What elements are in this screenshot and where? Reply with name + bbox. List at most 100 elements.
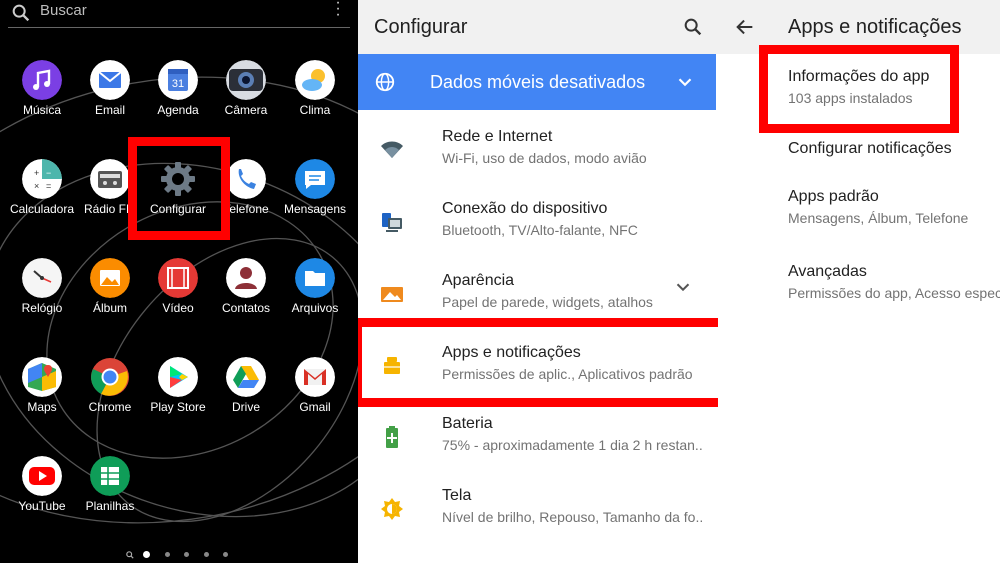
settings-item-battery[interactable]: Bateria 75% - aproximadamente 1 dia 2 h … [358, 405, 718, 469]
app-label: Mensagens [283, 202, 347, 216]
page-title: Apps e notificações [788, 16, 962, 38]
wifi-icon [381, 141, 403, 158]
app-label: Arquivos [291, 301, 339, 315]
settings-item-subtitle: Wi-Fi, uso de dados, modo avião [442, 150, 647, 166]
search-icon[interactable] [682, 16, 704, 38]
settings-item-subtitle: 75% - aproximadamente 1 dia 2 h restan..… [442, 437, 704, 453]
battery-icon [386, 426, 398, 448]
app-gmail[interactable]: Gmail [279, 357, 351, 443]
app-maps[interactable]: Maps [6, 357, 78, 443]
home-search-bar[interactable]: Buscar · · · [8, 0, 350, 28]
page-title: Configurar [374, 16, 468, 38]
chevron-down-icon[interactable] [674, 71, 696, 93]
back-arrow-icon[interactable] [734, 16, 756, 38]
app-chrome[interactable]: Chrome [74, 357, 146, 443]
messages-icon [295, 159, 335, 199]
settings-item-subtitle: Papel de parede, widgets, atalhos [442, 294, 653, 310]
gmail-icon [295, 357, 335, 397]
app-label: Contatos [221, 301, 271, 315]
app-email[interactable]: Email [74, 60, 146, 146]
radio-icon [90, 159, 130, 199]
settings-item-appearance[interactable]: Aparência Papel de parede, widgets, atal… [358, 262, 718, 326]
item-subtitle: Permissões do app, Acesso especial [788, 285, 1000, 301]
calculator-icon: + − × = [22, 159, 62, 199]
page-indicator [126, 546, 236, 559]
app-album[interactable]: Álbum [74, 258, 146, 344]
item-title: Avançadas [788, 263, 867, 280]
page-dot[interactable] [223, 552, 229, 558]
devices-icon [382, 213, 402, 232]
settings-app-bar: Configurar [358, 0, 718, 54]
svg-text:=: = [46, 181, 51, 191]
app-play-store[interactable]: Play Store [142, 357, 214, 443]
settings-item-device-connection[interactable]: Conexão do dispositivo Bluetooth, TV/Alt… [358, 190, 718, 254]
sheets-icon [90, 456, 130, 496]
svg-text:−: − [46, 168, 51, 178]
settings-item-title: Conexão do dispositivo [442, 200, 608, 217]
app-musica[interactable]: Música [6, 60, 78, 146]
app-contatos[interactable]: Contatos [210, 258, 282, 344]
item-title: Configurar notificações [788, 140, 952, 157]
calendar-icon: 31 [158, 60, 198, 100]
expand-chevron-icon[interactable] [672, 276, 694, 298]
page-dot[interactable] [184, 552, 190, 558]
app-camera[interactable]: Câmera [210, 60, 282, 146]
app-label: Clima [299, 103, 331, 117]
svg-text:×: × [34, 181, 39, 191]
highlight-box-apps-notifications [358, 318, 718, 407]
settings-item-title: Tela [442, 487, 472, 504]
page-dot[interactable] [203, 552, 209, 558]
page-dot-active[interactable] [143, 551, 151, 559]
search-placeholder: Buscar [40, 2, 87, 19]
mobile-data-banner[interactable]: Dados móveis desativados [358, 54, 716, 110]
app-relogio[interactable]: Relógio [6, 258, 78, 344]
play-store-icon [158, 357, 198, 397]
page-dot[interactable] [164, 552, 170, 558]
apps-notifications-panel: Apps e notificações Informações do app 1… [718, 0, 1000, 563]
settings-item-network[interactable]: Rede e Internet Wi-Fi, uso de dados, mod… [358, 118, 718, 182]
search-icon [12, 4, 30, 22]
video-icon [158, 258, 198, 298]
settings-item-title: Rede e Internet [442, 128, 553, 145]
weather-icon [295, 60, 335, 100]
brightness-icon [381, 498, 403, 520]
settings-item-title: Bateria [442, 415, 493, 432]
app-clima[interactable]: Clima [279, 60, 351, 146]
app-label: Câmera [224, 103, 268, 117]
app-drive[interactable]: Drive [210, 357, 282, 443]
drive-icon [226, 357, 266, 397]
music-icon [22, 60, 62, 100]
camera-icon [226, 60, 266, 100]
settings-item-subtitle: Bluetooth, TV/Alto-falante, NFC [442, 222, 638, 238]
advanced-item[interactable]: Avançadas Permissões do app, Acesso espe… [718, 263, 1000, 319]
highlight-box-configurar [128, 137, 230, 240]
app-label: Drive [231, 400, 260, 414]
app-label: Gmail [299, 400, 331, 414]
app-mensagens[interactable]: Mensagens [279, 159, 351, 245]
app-video[interactable]: Vídeo [142, 258, 214, 344]
app-agenda[interactable]: 31 Agenda [142, 60, 214, 146]
default-apps-item[interactable]: Apps padrão Mensagens, Álbum, Telefone [718, 188, 1000, 244]
search-icon [126, 550, 134, 559]
folder-icon [295, 258, 335, 298]
app-arquivos[interactable]: Arquivos [279, 258, 351, 344]
wallpaper-icon [381, 287, 403, 302]
settings-item-display[interactable]: Tela Nível de brilho, Repouso, Tamanho d… [358, 477, 718, 541]
overflow-menu-icon[interactable]: · · · [334, 0, 342, 23]
phone-icon [226, 159, 266, 199]
settings-panel: Configurar Dados móveis desativados Rede… [358, 0, 718, 563]
banner-text: Dados móveis desativados [430, 72, 646, 92]
youtube-icon [22, 456, 62, 496]
svg-text:+: + [34, 168, 39, 178]
app-label: Planilhas [85, 499, 135, 513]
globe-icon [375, 72, 395, 92]
maps-icon [22, 357, 62, 397]
email-icon [90, 60, 130, 100]
app-calculadora[interactable]: + − × = Calculadora [6, 159, 78, 245]
calendar-day: 31 [172, 78, 184, 90]
app-planilhas[interactable]: Planilhas [74, 456, 146, 542]
settings-item-subtitle: Nível de brilho, Repouso, Tamanho da fo.… [442, 509, 704, 525]
home-screen-panel: Buscar · · · Música Email 31 Agenda Câme… [0, 0, 358, 563]
app-youtube[interactable]: YouTube [6, 456, 78, 542]
highlight-box-app-info [759, 45, 959, 133]
